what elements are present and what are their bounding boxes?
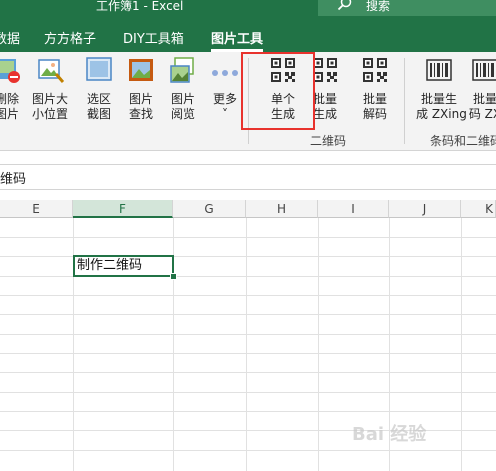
- delete-picture-button[interactable]: 删除 图片: [0, 56, 30, 122]
- watermark: Bai 经验: [352, 424, 427, 445]
- tab-data[interactable]: 数据: [0, 28, 20, 47]
- batch-generate-zxing-button[interactable]: 批量生 成 ZXing: [416, 56, 467, 122]
- button-label: 查找: [128, 107, 153, 121]
- picture-find-button[interactable]: 图片 查找: [118, 56, 164, 122]
- column-header-j[interactable]: J: [389, 200, 461, 218]
- search-box[interactable]: 搜索: [318, 0, 496, 16]
- group-label-qrcode: 二维码: [310, 134, 347, 148]
- button-label: 批量: [472, 92, 496, 106]
- button-label: 图片: [128, 92, 153, 106]
- tab-picture-tools[interactable]: 图片工具: [211, 28, 263, 47]
- picture-view-button[interactable]: 图片 阅览: [160, 56, 206, 122]
- formula-content: 维码: [0, 172, 27, 187]
- button-label: 解码: [362, 107, 387, 121]
- title-bar: 工作簿1 - Excel 搜索: [0, 0, 496, 18]
- button-label: 批量: [362, 92, 387, 106]
- ribbon-tab-bar: 数据 方方格子 DIY工具箱 图片工具: [0, 18, 496, 52]
- region-screenshot-button[interactable]: 选区 截图: [76, 56, 122, 122]
- button-label: 选区: [86, 92, 111, 106]
- delete-picture-icon: [0, 59, 20, 83]
- column-header-e[interactable]: E: [0, 200, 73, 218]
- column-header-h[interactable]: H: [246, 200, 318, 218]
- search-icon: [337, 0, 352, 11]
- column-header-i[interactable]: I: [318, 200, 389, 218]
- fill-handle[interactable]: [170, 273, 177, 280]
- group-separator: [404, 58, 405, 144]
- formula-bar[interactable]: 维码: [0, 164, 496, 190]
- selected-cell[interactable]: 制作二维码: [73, 255, 174, 277]
- button-label: 码 ZX: [468, 107, 496, 121]
- column-header-f[interactable]: F: [73, 200, 173, 218]
- button-label: 阅览: [170, 107, 195, 121]
- batch-decode-button[interactable]: 批量 解码: [352, 56, 398, 122]
- column-header-k[interactable]: K: [461, 200, 496, 218]
- button-label: 成 ZXing: [416, 107, 467, 121]
- search-label: 搜索: [366, 0, 391, 13]
- button-label: 图片: [0, 107, 19, 121]
- more-icon: [212, 70, 238, 76]
- column-header-g[interactable]: G: [173, 200, 246, 218]
- picture-view-icon: [170, 57, 194, 83]
- button-label: 批量生: [420, 92, 457, 106]
- highlight-box: [241, 52, 315, 130]
- picture-size-icon: [38, 59, 65, 83]
- button-label: 小位置: [31, 107, 68, 121]
- picture-find-icon: [129, 59, 153, 81]
- button-label: 图片大: [31, 92, 68, 106]
- qr-code-batch-icon: [313, 58, 337, 82]
- tab-fangfang[interactable]: 方方格子: [44, 28, 96, 47]
- batch-decode-zxing-button[interactable]: 批量 码 ZX: [462, 56, 496, 122]
- qr-decode-icon: [363, 58, 387, 82]
- tab-diy-toolbox[interactable]: DIY工具箱: [123, 28, 184, 47]
- barcode-decode-icon: [472, 59, 496, 81]
- picture-size-position-button[interactable]: 图片大 小位置: [27, 56, 73, 122]
- button-label: 截图: [86, 107, 111, 121]
- barcode-icon: [426, 59, 452, 81]
- window-title: 工作簿1 - Excel: [96, 0, 184, 13]
- screenshot-icon: [86, 57, 112, 81]
- group-label-barcode-qrcode: 条码和二维码: [430, 134, 496, 148]
- button-label: 删除: [0, 92, 19, 106]
- button-label: 图片: [170, 92, 195, 106]
